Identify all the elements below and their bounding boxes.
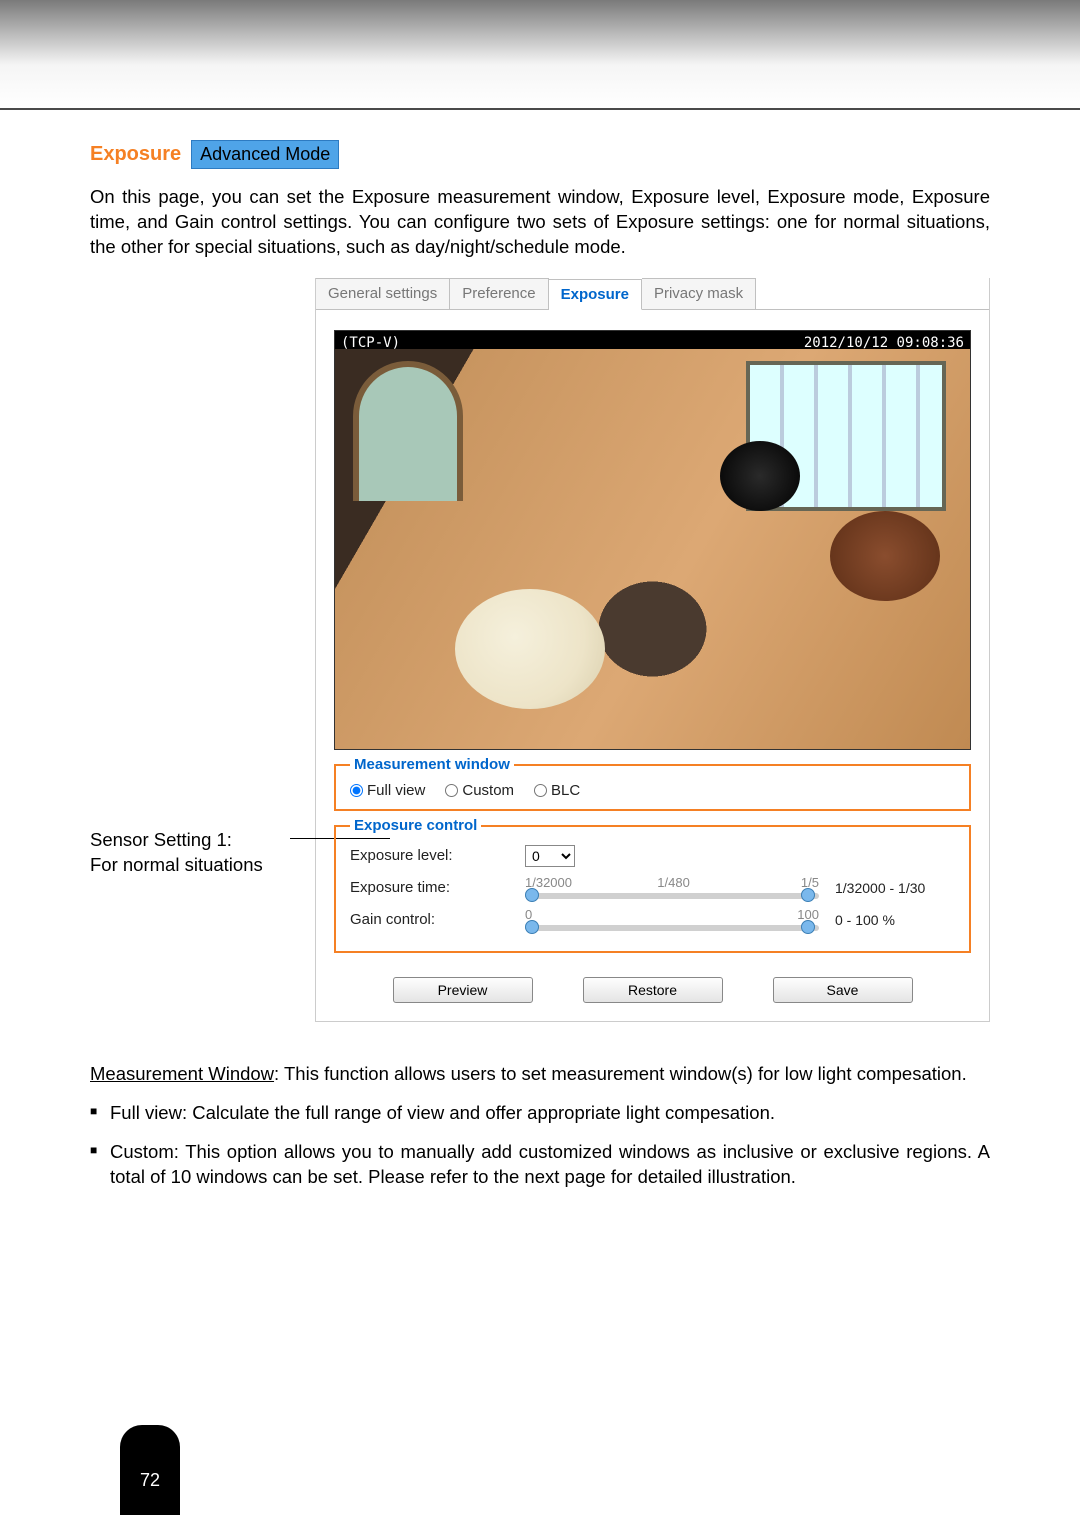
exposure-time-thumb-left[interactable] [525, 888, 539, 902]
gain-control-thumb-right[interactable] [801, 920, 815, 934]
video-overlay-protocol: (TCP-V) [341, 335, 400, 351]
header-gradient [0, 0, 1080, 110]
gain-control-label: Gain control: [350, 911, 525, 928]
exposure-level-select[interactable]: 0 [525, 845, 575, 867]
exposure-control-fieldset: Exposure control Exposure level: 0 Expos… [334, 825, 971, 953]
radio-blc[interactable]: BLC [534, 782, 580, 799]
sensor-setting-line1: Sensor Setting 1: [90, 828, 263, 853]
tab-general-settings[interactable]: General settings [316, 278, 450, 309]
page-number: 72 [140, 1470, 160, 1491]
sensor-setting-label: Sensor Setting 1: For normal situations [90, 828, 263, 878]
exposure-time-label: Exposure time: [350, 879, 525, 896]
video-preview: (TCP-V) 2012/10/12 09:08:36 [334, 330, 971, 750]
radio-custom-input[interactable] [445, 784, 458, 797]
page-number-tab: 72 [120, 1425, 180, 1515]
decorative-chair-light [455, 589, 605, 709]
section-heading-row: Exposure Advanced Mode [90, 140, 990, 169]
decorative-arch [353, 361, 463, 501]
decorative-chair-brown [830, 511, 940, 601]
tab-exposure[interactable]: Exposure [549, 279, 642, 310]
video-overlay-timestamp: 2012/10/12 09:08:36 [804, 335, 964, 351]
radio-custom-label: Custom [462, 782, 514, 799]
measurement-window-fieldset: Measurement window Full view Custom BLC [334, 764, 971, 811]
measurement-window-term-text: : This function allows users to set meas… [274, 1063, 967, 1084]
advanced-mode-badge: Advanced Mode [191, 140, 339, 169]
radio-full-view-input[interactable] [350, 784, 363, 797]
bullet-full-view: Full view: Calculate the full range of v… [90, 1101, 990, 1126]
gain-control-thumb-left[interactable] [525, 920, 539, 934]
gain-control-range: 0 - 100 % [835, 912, 955, 928]
exposure-control-legend: Exposure control [350, 817, 481, 834]
radio-full-view[interactable]: Full view [350, 782, 425, 799]
exposure-time-thumb-right[interactable] [801, 888, 815, 902]
measurement-window-term: Measurement Window [90, 1063, 274, 1084]
tab-preference[interactable]: Preference [450, 278, 548, 309]
exposure-time-slider[interactable]: 1/32000 1/480 1/5 [525, 877, 819, 899]
decorative-chair-dark [720, 441, 800, 511]
exposure-level-label: Exposure level: [350, 847, 525, 864]
sensor-setting-line2: For normal situations [90, 853, 263, 878]
save-button[interactable]: Save [773, 977, 913, 1003]
radio-blc-input[interactable] [534, 784, 547, 797]
tab-privacy-mask[interactable]: Privacy mask [642, 278, 756, 309]
section-title: Exposure [90, 143, 181, 166]
radio-full-view-label: Full view [367, 782, 425, 799]
config-panel: General settings Preference Exposure Pri… [315, 278, 990, 1022]
intro-paragraph: On this page, you can set the Exposure m… [90, 185, 990, 260]
bullet-custom: Custom: This option allows you to manual… [90, 1140, 990, 1190]
radio-blc-label: BLC [551, 782, 580, 799]
gain-control-slider[interactable]: 0 100 [525, 909, 819, 931]
measurement-window-description: Measurement Window: This function allows… [90, 1062, 990, 1087]
exposure-time-tick-mid: 1/480 [657, 875, 690, 890]
measurement-window-legend: Measurement window [350, 756, 514, 773]
preview-button[interactable]: Preview [393, 977, 533, 1003]
exposure-time-range: 1/32000 - 1/30 [835, 880, 955, 896]
tab-bar: General settings Preference Exposure Pri… [316, 278, 989, 310]
radio-custom[interactable]: Custom [445, 782, 514, 799]
restore-button[interactable]: Restore [583, 977, 723, 1003]
